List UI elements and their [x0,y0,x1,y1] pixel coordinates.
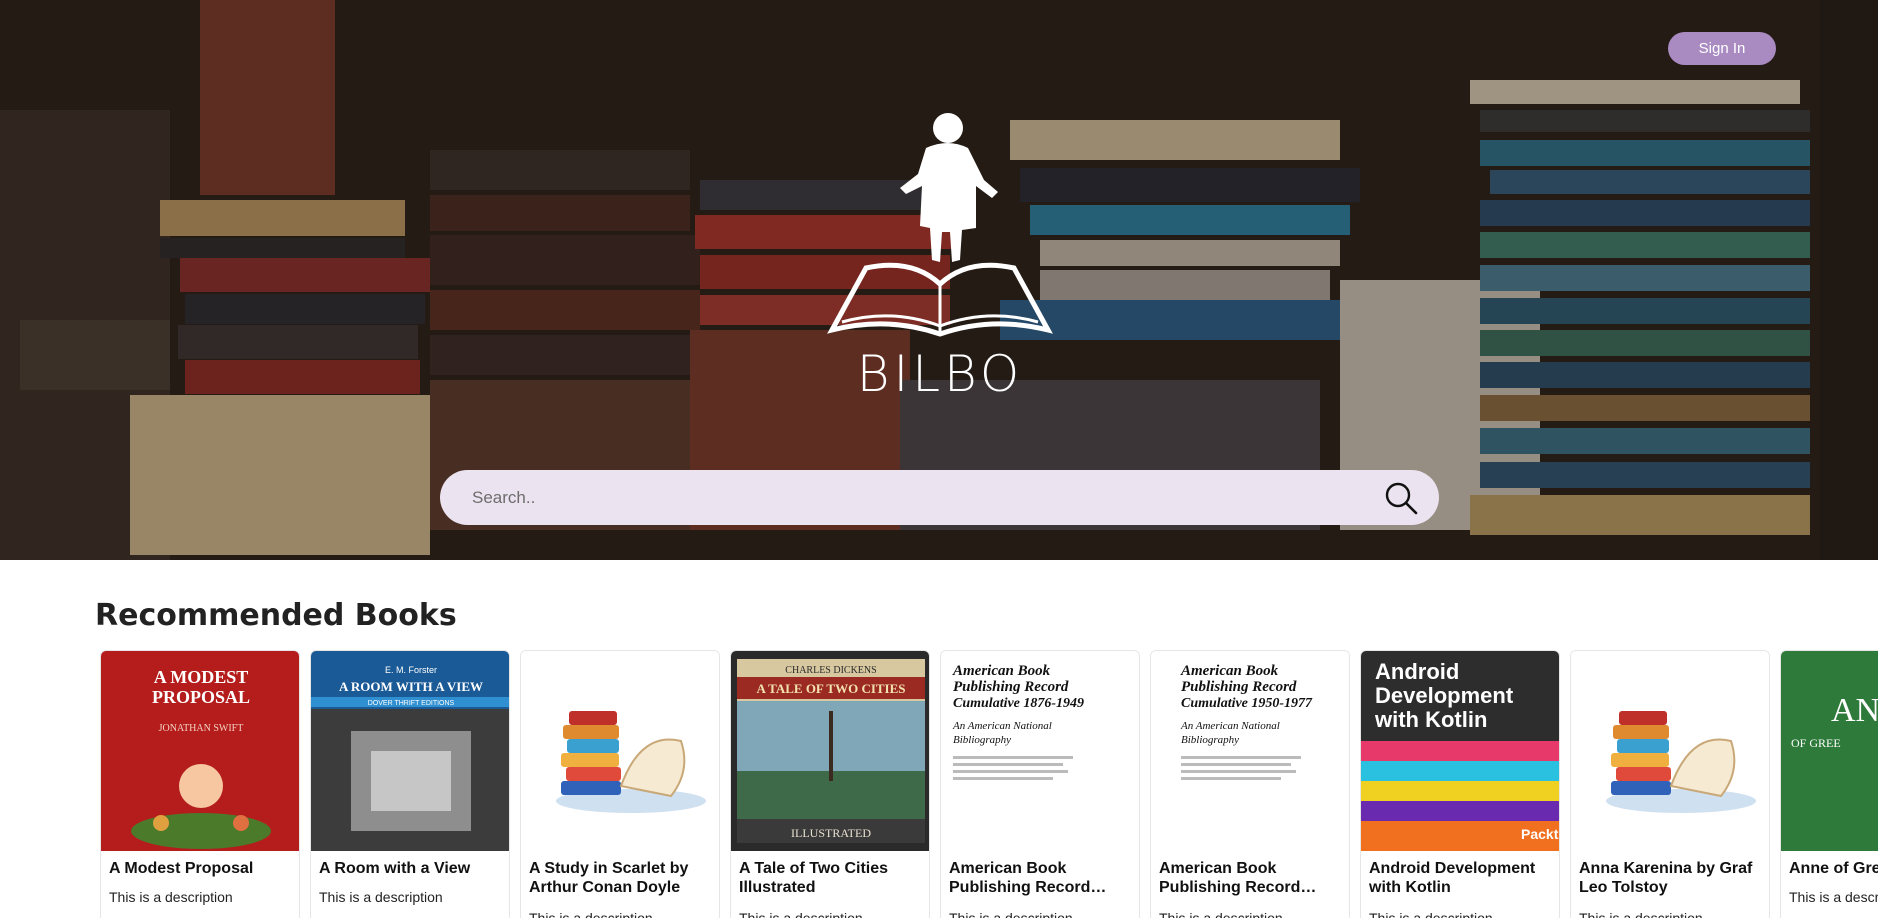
cover-text: Packt [1521,826,1559,842]
book-title[interactable]: Android Development with Kotlin [1369,859,1555,897]
cover-text: Bibliography [1181,734,1239,746]
book-card[interactable]: E. M. Forster A ROOM WITH A VIEW DOVER T… [310,650,510,918]
cover-text: E. M. Forster [385,665,437,675]
cover-text: A ROOM WITH A VIEW [339,679,483,694]
cover-text: Development [1375,683,1514,708]
cover-text: JONATHAN SWIFT [159,723,244,734]
section-title: Recommended Books [95,598,457,633]
book-title[interactable]: A Modest Proposal [109,859,295,878]
cover-text: A TALE OF TWO CITIES [756,681,905,696]
cover-text: American Book [952,663,1051,679]
book-card[interactable]: CHARLES DICKENS A TALE OF TWO CITIES ILL… [730,650,930,918]
book-carousel: A MODEST PROPOSAL JONATHAN SWIFT A Modes… [100,650,1878,918]
cover-text: ILLUSTRATED [791,826,871,840]
sign-in-button[interactable]: Sign In [1668,32,1776,65]
cover-text: Publishing Record [953,679,1069,695]
book-title[interactable]: A Study in Scarlet by Arthur Conan Doyle [529,859,715,897]
book-cover: AN OF GREE [1781,651,1878,851]
book-description: This is a description [529,910,653,918]
book-description: This is a description [739,910,863,918]
cover-text: Android [1375,659,1459,684]
cover-text: American Book [1180,663,1279,679]
book-description: This is a description [319,889,443,905]
book-card[interactable]: A MODEST PROPOSAL JONATHAN SWIFT A Modes… [100,650,300,918]
book-cover: CHARLES DICKENS A TALE OF TWO CITIES ILL… [731,651,929,851]
book-title[interactable]: Anna Karenina by Graf Leo Tolstoy [1579,859,1765,897]
book-cover [521,651,719,851]
book-description: This is a description [1369,910,1493,918]
cover-text: Cumulative 1950-1977 [1181,696,1313,711]
cover-text: with Kotlin [1374,707,1487,732]
cover-text: Bibliography [953,734,1011,746]
book-cover: American Book Publishing Record Cumulati… [941,651,1139,851]
search-bar[interactable] [440,470,1439,525]
book-cover: E. M. Forster A ROOM WITH A VIEW DOVER T… [311,651,509,851]
book-stack-placeholder-icon [1606,711,1756,813]
book-description: This is a description [949,910,1073,918]
cover-text: PROPOSAL [152,687,250,707]
book-card[interactable]: Anna Karenina by Graf Leo Tolstoy This i… [1570,650,1770,918]
book-description: This is a description [1579,910,1703,918]
cover-text: CHARLES DICKENS [785,665,876,676]
book-cover: A MODEST PROPOSAL JONATHAN SWIFT [101,651,299,851]
book-card[interactable]: American Book Publishing Record Cumulati… [940,650,1140,918]
book-title[interactable]: American Book Publishing Record… [1159,859,1345,897]
cover-text: An American National [952,720,1052,732]
bilbo-logo-icon[interactable] [822,108,1058,348]
book-cover [1571,651,1769,851]
cover-text: OF GREE [1791,736,1841,750]
search-icon[interactable] [1384,481,1418,515]
book-card[interactable]: Android Development with Kotlin Packt An… [1360,650,1560,918]
book-description: This is a description [109,889,233,905]
book-title[interactable]: American Book Publishing Record… [949,859,1135,897]
book-card[interactable]: AN OF GREE Anne of Gree This is a descri [1780,650,1878,918]
search-input[interactable] [472,470,1352,525]
book-card[interactable]: A Study in Scarlet by Arthur Conan Doyle… [520,650,720,918]
book-cover: Android Development with Kotlin Packt [1361,651,1559,851]
brand-wordmark: BILBO [856,345,1024,403]
cover-text: Publishing Record [1181,679,1297,695]
cover-text: AN [1831,692,1878,729]
cover-text: DOVER THRIFT EDITIONS [368,700,455,707]
book-title[interactable]: A Tale of Two Cities Illustrated [739,859,925,897]
book-stack-placeholder-icon [556,711,706,813]
cover-text: Cumulative 1876-1949 [953,696,1084,711]
cover-text: A MODEST [154,667,249,687]
book-card[interactable]: American Book Publishing Record Cumulati… [1150,650,1350,918]
cover-text: An American National [1180,720,1280,732]
book-cover: American Book Publishing Record Cumulati… [1151,651,1349,851]
book-description: This is a descri [1789,889,1878,905]
book-title[interactable]: A Room with a View [319,859,505,878]
hero-banner: Sign In BILBO [0,0,1878,560]
book-description: This is a description [1159,910,1283,918]
book-title[interactable]: Anne of Gree [1789,859,1878,878]
